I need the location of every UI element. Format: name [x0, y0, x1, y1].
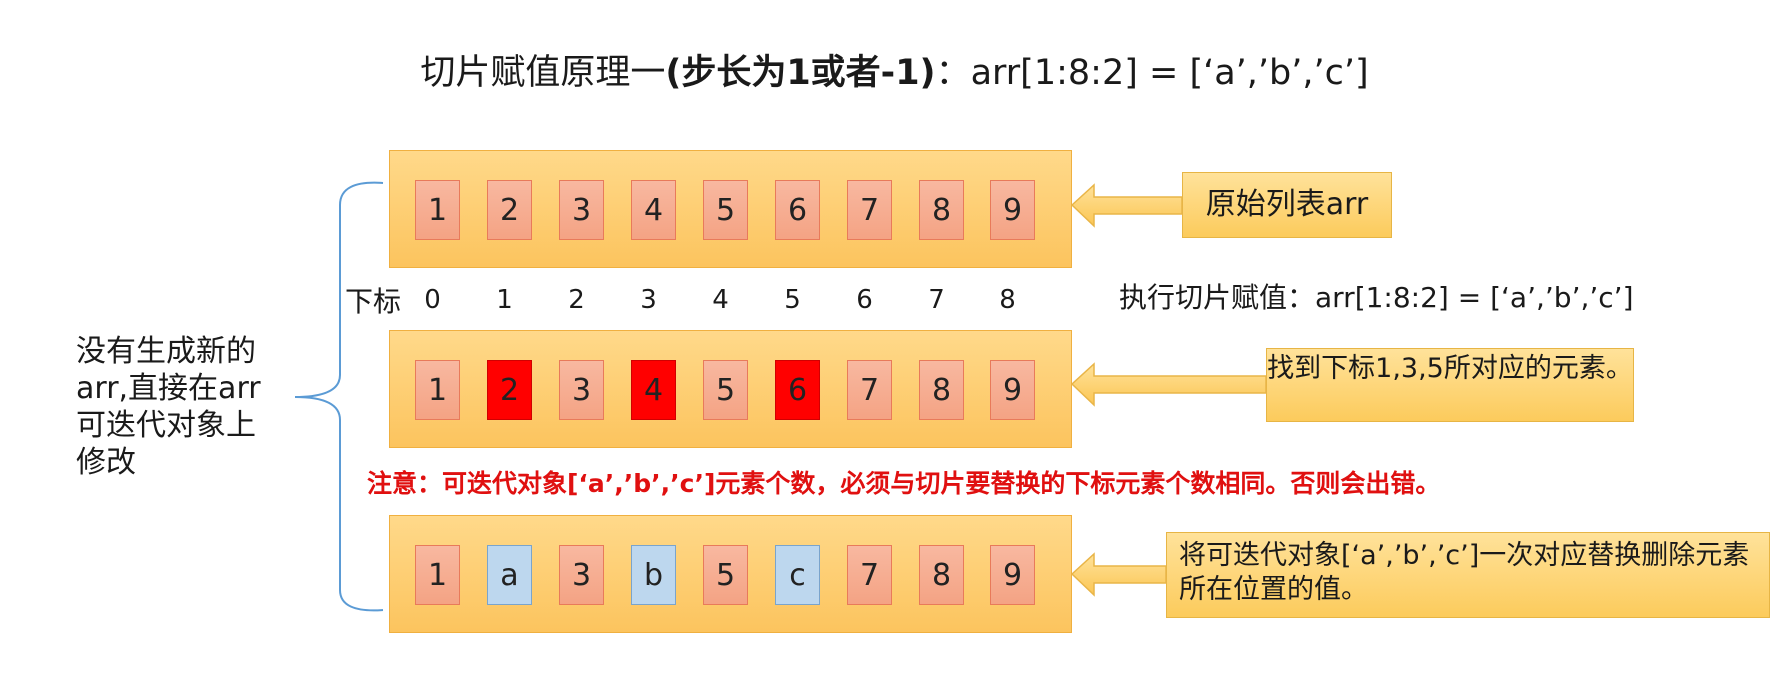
- arrow-original-icon: [1070, 183, 1183, 228]
- brace-icon: [294, 181, 384, 612]
- connectors: [294, 181, 1267, 612]
- arrow-find-icon: [1070, 362, 1267, 407]
- arrow-replace-icon: [1070, 552, 1167, 597]
